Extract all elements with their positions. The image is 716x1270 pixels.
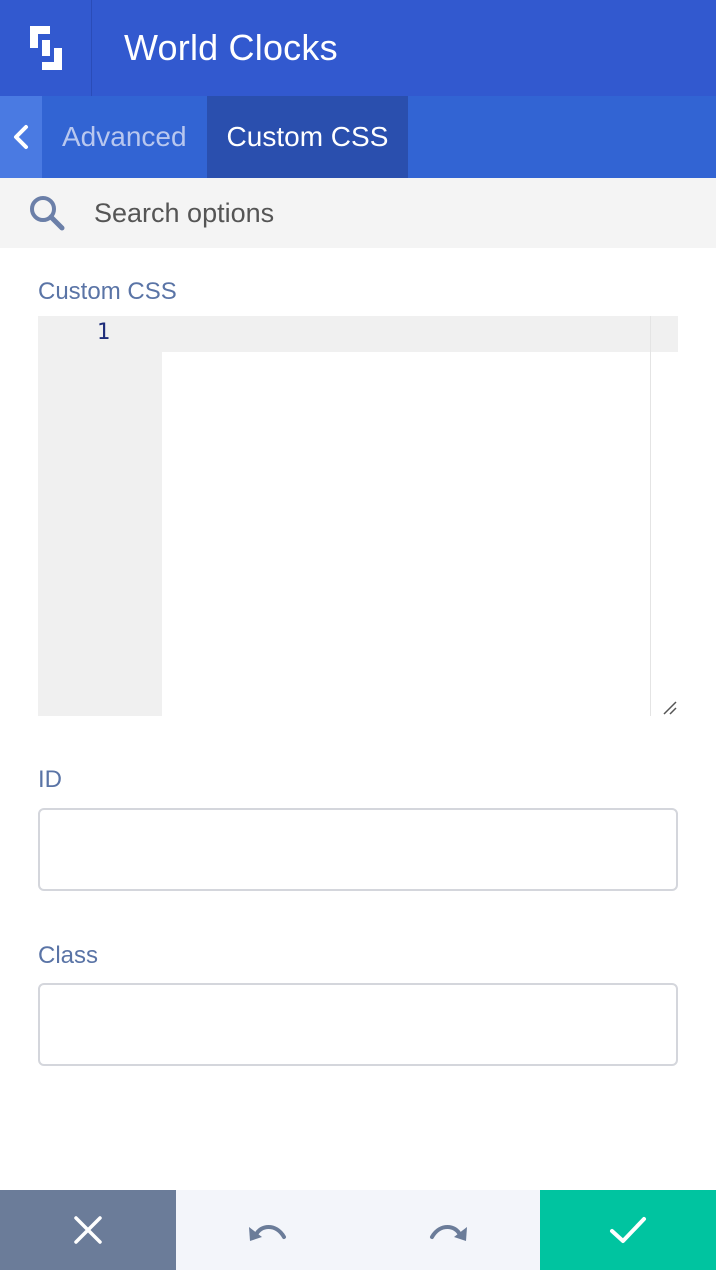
custom-css-editor[interactable]: 1 — [38, 316, 678, 716]
redo-icon — [430, 1225, 467, 1241]
search-input[interactable] — [94, 197, 654, 229]
line-number: 1 — [96, 320, 110, 345]
id-label: ID — [38, 766, 62, 793]
footer-toolbar — [0, 1190, 716, 1270]
tab-custom-css[interactable]: Custom CSS — [206, 96, 409, 178]
builder-logo-icon — [29, 26, 62, 70]
tab-bar: Advanced Custom CSS — [0, 96, 716, 178]
resize-handle-icon[interactable] — [658, 696, 678, 716]
header-bar: World Clocks — [0, 0, 716, 96]
close-button[interactable] — [0, 1190, 176, 1270]
search-icon — [0, 178, 94, 248]
tab-advanced[interactable]: Advanced — [42, 96, 207, 178]
active-line-highlight — [162, 316, 650, 352]
class-field[interactable] — [38, 983, 678, 1066]
logo[interactable] — [0, 0, 92, 96]
check-icon — [610, 1217, 646, 1243]
line-gutter: 1 — [38, 316, 162, 716]
class-label: Class — [38, 942, 99, 969]
redo-button[interactable] — [358, 1190, 540, 1270]
chevron-left-icon — [14, 125, 28, 149]
custom-css-label: Custom CSS — [38, 278, 177, 305]
panel-title: World Clocks — [124, 27, 338, 68]
search-bar — [0, 178, 716, 248]
close-icon — [74, 1216, 102, 1244]
undo-button[interactable] — [176, 1190, 358, 1270]
back-button[interactable] — [0, 96, 42, 178]
id-field[interactable] — [38, 808, 678, 891]
editor-scrollbar[interactable] — [650, 316, 678, 716]
save-button[interactable] — [540, 1190, 716, 1270]
undo-icon — [249, 1225, 286, 1241]
